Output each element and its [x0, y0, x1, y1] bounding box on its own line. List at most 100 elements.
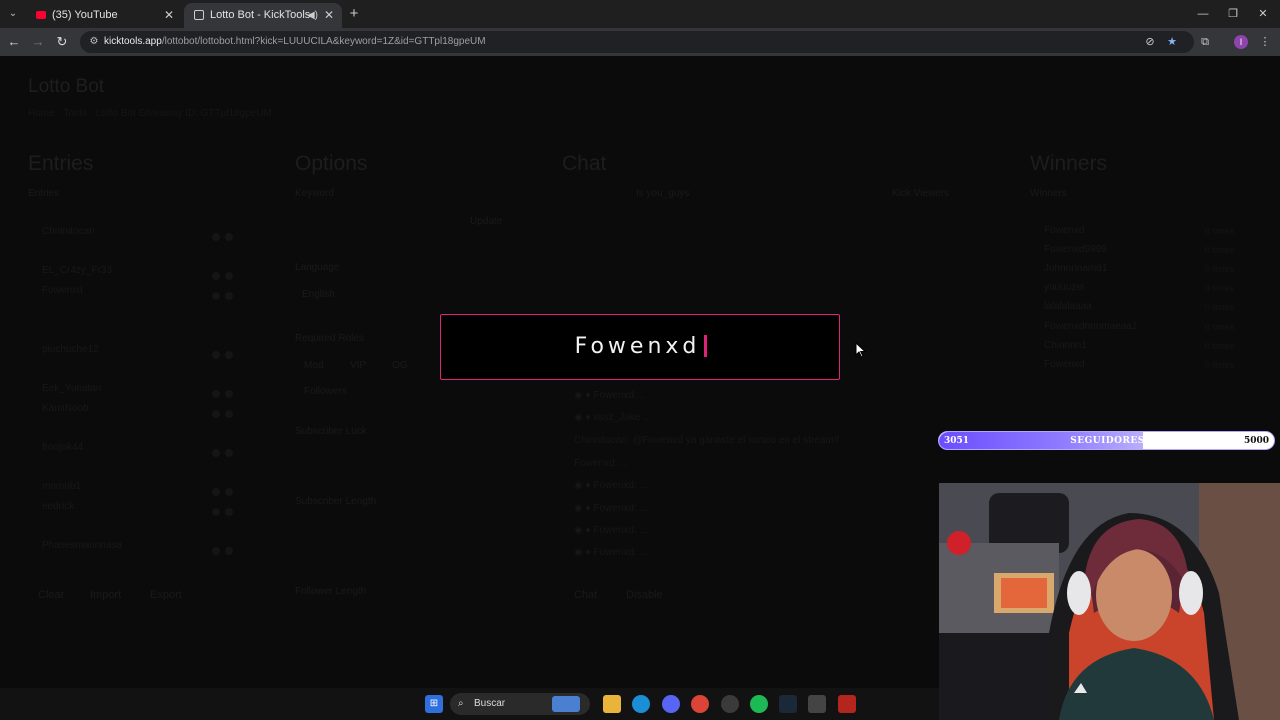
followers-toggle[interactable]: Followers [304, 386, 347, 397]
tab-youtube[interactable]: (35) YouTube ✕ [26, 3, 182, 28]
winners-heading: Winners [1030, 152, 1108, 175]
brave-icon[interactable] [838, 695, 856, 713]
entry-item[interactable]: eedrick [42, 501, 74, 512]
taskbar-search[interactable]: ⌕ Buscar [450, 693, 590, 715]
chat-message: ◉ ♦ Fowenxd: ... [574, 525, 648, 536]
entry-item[interactable]: Phasesmannnasa [42, 540, 122, 551]
chrome-icon[interactable] [691, 695, 709, 713]
chat-message: ◉ ♦ Fowenxd: ... [574, 547, 648, 558]
entry-controls[interactable] [212, 267, 240, 280]
site-info-icon[interactable]: ⚙ [88, 36, 100, 48]
winner-item: yuuuuzel [1044, 282, 1085, 293]
role-vip-toggle[interactable]: VIP [350, 360, 366, 371]
url-text: kicktools.app/lottobot/lottobot.html?kic… [104, 36, 486, 47]
close-tab-icon[interactable]: ✕ [164, 3, 174, 28]
audio-playing-icon[interactable]: ◀) [307, 3, 318, 28]
entry-item[interactable]: mnmnb1 [42, 481, 81, 492]
winner-item: Johnnnnamd1 [1044, 263, 1108, 274]
winner-item: Fowenxd9999 [1044, 244, 1107, 255]
entry-item[interactable]: EL_Cr4zy_Fr33 [42, 265, 112, 276]
chat-tab[interactable]: Chat [574, 589, 597, 601]
windows-taskbar: ⊞ ⌕ Buscar [0, 688, 939, 720]
discord-icon[interactable] [662, 695, 680, 713]
entry-item[interactable]: KamiNoob [42, 403, 89, 414]
reload-icon[interactable]: ↻ [52, 32, 72, 52]
export-button[interactable]: Export [150, 589, 182, 601]
file-explorer-icon[interactable] [603, 695, 621, 713]
entry-item[interactable]: froojok44 [42, 442, 83, 453]
winner-count: 0 times [1205, 322, 1235, 332]
browser-tab-strip: ⌄ (35) YouTube ✕ Lotto Bot - KickTools ◀… [0, 0, 1280, 28]
new-tab-icon[interactable]: + [346, 4, 362, 24]
close-tab-icon[interactable]: ✕ [324, 3, 334, 28]
entry-controls[interactable] [212, 405, 240, 418]
menu-kebab-icon[interactable]: ⋮ [1256, 33, 1274, 51]
browser-toolbar: ← → ↻ ⚙ kicktools.app/lottobot/lottobot.… [0, 28, 1280, 56]
page-title: Lotto Bot [28, 76, 105, 97]
app-icon[interactable] [808, 695, 826, 713]
typing-caret [704, 335, 708, 357]
entry-controls[interactable] [212, 346, 240, 359]
bookmark-star-icon[interactable]: ★ [1163, 33, 1181, 51]
winner-item: Fowenxdnnnmaeaa1 [1044, 321, 1138, 332]
entry-item[interactable]: Fowenxd [42, 285, 83, 296]
language-select[interactable]: English [302, 289, 335, 300]
entry-item[interactable]: Eek_Yunatan [42, 383, 102, 394]
chat-message: ◉ ♦ Fowenxd: ... [574, 503, 648, 514]
follower-length-label: Follower Length [295, 586, 367, 597]
role-og-toggle[interactable]: OG [392, 360, 408, 371]
goal-label: SEGUIDORES [1070, 436, 1145, 446]
steam-icon[interactable] [779, 695, 797, 713]
tab-title: (35) YouTube [52, 9, 118, 21]
winner-item: Fowenxd [1044, 359, 1085, 370]
chat-message: Fowenxd: ... [574, 458, 629, 469]
role-mod-toggle[interactable]: Mod [304, 360, 323, 371]
chat-heading: Chat [562, 152, 607, 175]
minimize-icon[interactable]: — [1188, 4, 1218, 24]
entry-controls[interactable] [212, 483, 240, 496]
back-icon[interactable]: ← [4, 32, 24, 52]
winner-count: 0 times [1205, 360, 1235, 370]
winner-count: 0 times [1205, 302, 1235, 312]
entry-controls[interactable] [212, 287, 240, 300]
chat-channel-select[interactable]: Is you_guys [636, 188, 689, 199]
language-label: Language [295, 262, 340, 273]
tab-search-chevron-icon[interactable]: ⌄ [4, 5, 22, 23]
edge-icon[interactable] [632, 695, 650, 713]
spotify-icon[interactable] [750, 695, 768, 713]
obs-icon[interactable] [721, 695, 739, 713]
cast-off-icon[interactable]: ⊘ [1141, 33, 1159, 51]
windows-start-icon[interactable]: ⊞ [425, 695, 443, 713]
winner-item: Fowenxd [1044, 225, 1085, 236]
address-bar[interactable]: ⚙ kicktools.app/lottobot/lottobot.html?k… [80, 31, 1194, 53]
restore-icon[interactable]: ❐ [1218, 4, 1248, 24]
entry-item[interactable]: Chinnitocan [42, 226, 95, 237]
winner-count: 0 times [1205, 226, 1235, 236]
profile-avatar[interactable]: I [1234, 35, 1248, 49]
entries-heading: Entries [28, 152, 94, 175]
chat-message: ◉ ♦ sssz_Jake ... [574, 412, 652, 423]
import-button[interactable]: Import [90, 589, 121, 601]
forward-icon[interactable]: → [28, 32, 48, 52]
tab-lotto-bot[interactable]: Lotto Bot - KickTools ◀) ✕ [184, 3, 342, 28]
chat-message: ◉ ♦ Fowenxd: ... [574, 480, 648, 491]
update-button[interactable]: Update [470, 216, 502, 227]
entry-controls[interactable] [212, 542, 240, 555]
extensions-icon[interactable]: ⧉ [1196, 33, 1214, 51]
entry-item[interactable]: piuchuche12 [42, 344, 99, 355]
tab-title: Lotto Bot - KickTools [210, 9, 311, 21]
chat-disable-button[interactable]: Disable [626, 589, 663, 601]
subscriber-length-label: Subscriber Length [295, 496, 377, 507]
winners-subheading: Winners [1030, 188, 1067, 199]
kicktools-favicon-icon [194, 10, 204, 20]
clear-entries-button[interactable]: Clear [38, 589, 64, 601]
follower-goal-bar: 3051 SEGUIDORES 5000 [938, 431, 1275, 450]
winner-name-display: Fowenxd [441, 315, 841, 379]
entry-controls[interactable] [212, 503, 240, 516]
close-window-icon[interactable]: ✕ [1248, 4, 1278, 24]
winner-item: Chinnnn1 [1044, 340, 1087, 351]
entry-controls[interactable] [212, 228, 240, 241]
youtube-favicon-icon [36, 11, 46, 19]
entry-controls[interactable] [212, 444, 240, 457]
entry-controls[interactable] [212, 385, 240, 398]
